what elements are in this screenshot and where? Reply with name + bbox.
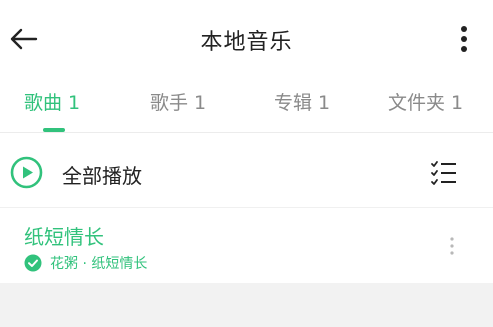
list-select-icon[interactable]: [430, 160, 458, 186]
app-header: 本地音乐: [0, 0, 493, 78]
tab-songs[interactable]: 歌曲 1: [24, 88, 80, 132]
tab-albums[interactable]: 专辑 1: [274, 88, 330, 132]
more-vertical-icon: [461, 26, 467, 52]
empty-list-area: [0, 283, 493, 327]
downloaded-check-icon: [24, 254, 42, 272]
song-title: 纸短情长: [24, 225, 104, 249]
tab-artists[interactable]: 歌手 1: [150, 88, 206, 132]
play-circle-icon[interactable]: [10, 156, 43, 189]
tab-folders[interactable]: 文件夹 1: [388, 88, 463, 132]
song-more-icon[interactable]: [440, 234, 464, 258]
page-title: 本地音乐: [200, 30, 293, 55]
play-all-row[interactable]: 全部播放: [0, 133, 493, 208]
active-tab-indicator: [43, 128, 65, 132]
song-artist-album: 花粥 · 纸短情长: [50, 256, 148, 272]
song-subtitle-row: 花粥 · 纸短情长: [24, 253, 147, 273]
song-list-item[interactable]: 纸短情长 花粥 · 纸短情长: [0, 208, 493, 282]
play-all-label: 全部播放: [62, 164, 142, 188]
more-options-button[interactable]: [448, 22, 480, 56]
tab-bar: 歌曲 1 歌手 1 专辑 1 文件夹 1: [0, 78, 493, 133]
